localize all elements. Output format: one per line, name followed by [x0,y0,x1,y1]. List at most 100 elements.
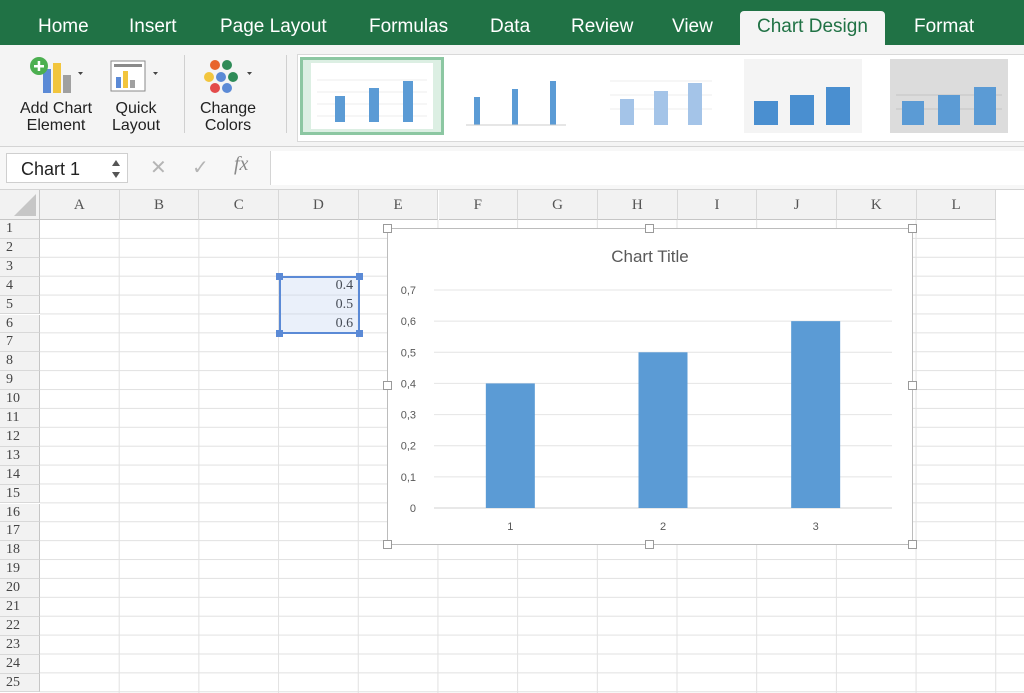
row-header[interactable]: 23 [0,635,40,655]
column-header[interactable]: E [358,190,439,220]
column-header[interactable]: I [677,190,758,220]
selection-handle[interactable] [276,330,283,337]
row-header[interactable]: 25 [0,673,40,693]
row-header[interactable]: 12 [0,427,40,447]
column-header[interactable]: F [438,190,519,220]
row-header[interactable]: 22 [0,616,40,636]
row-header[interactable]: 3 [0,257,40,277]
chart-style-3[interactable] [600,59,718,133]
column-header[interactable]: H [597,190,678,220]
row-header[interactable]: 15 [0,484,40,504]
column-header[interactable]: C [199,190,280,220]
add-chart-element-icon [30,57,83,93]
x-tick-label: 2 [660,521,666,533]
y-tick-label: 0,5 [401,347,416,359]
row-header[interactable]: 6 [0,314,40,334]
bar-3 [791,321,841,508]
row-header[interactable]: 10 [0,390,40,409]
y-tick-label: 0,7 [401,285,416,297]
tab-page-layout[interactable]: Page Layout [220,16,327,38]
chart-style-5[interactable] [890,59,1008,133]
tab-chart-design[interactable]: Chart Design [740,11,885,45]
change-colors-icon [204,60,252,93]
row-header[interactable]: 17 [0,522,40,542]
select-all-corner[interactable] [0,190,40,220]
chart-style-4[interactable] [744,59,862,133]
chart-resize-handle[interactable] [383,224,392,233]
y-tick-label: 0,2 [401,441,416,453]
row-header[interactable]: 13 [0,446,40,466]
row-header[interactable]: 16 [0,503,40,523]
selection-handle[interactable] [276,273,283,280]
selection-handle[interactable] [356,273,363,280]
row-header[interactable]: 5 [0,295,40,315]
column-header[interactable]: B [119,190,200,220]
row-header[interactable]: 11 [0,409,40,428]
chart-styles-gallery [297,54,1024,142]
chart-resize-handle[interactable] [908,381,917,390]
row-header[interactable]: 8 [0,352,40,372]
tab-data[interactable]: Data [490,16,530,38]
tab-review[interactable]: Review [571,16,633,38]
y-tick-label: 0 [410,503,416,515]
tab-view[interactable]: View [672,16,713,38]
y-tick-label: 0,1 [401,472,416,484]
tab-format[interactable]: Format [914,16,974,38]
tab-formulas[interactable]: Formulas [369,16,448,38]
chart-resize-handle[interactable] [645,540,654,549]
chart-resize-handle[interactable] [908,224,917,233]
chart-style-2[interactable] [456,59,574,133]
enter-icon[interactable]: ✓ [192,155,209,180]
chart-resize-handle[interactable] [645,224,654,233]
name-box-stepper-icon[interactable] [111,156,121,182]
row-header[interactable]: 20 [0,579,40,598]
row-header[interactable]: 19 [0,560,40,580]
change-colors-label: Change Colors [199,100,257,134]
add-chart-element-label: Add Chart Element [19,100,93,134]
insert-function-icon[interactable]: fx [234,153,248,176]
quick-layout-label: Quick Layout [111,100,161,134]
quick-layout-button[interactable]: Quick Layout [104,55,168,134]
chart-style-5-preview [896,87,1002,125]
row-header[interactable]: 21 [0,598,40,617]
column-header[interactable]: J [757,190,837,220]
x-tick-label: 3 [813,521,819,533]
formula-input[interactable] [270,151,1024,185]
row-header[interactable]: 4 [0,276,40,296]
chart-resize-handle[interactable] [908,540,917,549]
change-colors-button[interactable]: Change Colors [192,55,264,134]
formula-bar: Chart 1 ✕ ✓ fx [0,147,1024,190]
chart-title: Chart Title [611,247,688,266]
chart-style-1[interactable] [300,57,444,135]
name-box[interactable]: Chart 1 [6,153,128,183]
row-header[interactable]: 7 [0,333,40,353]
column-header[interactable]: L [916,190,997,220]
name-box-value: Chart 1 [21,159,81,179]
row-header[interactable]: 1 [0,220,40,239]
add-chart-element-button[interactable]: Add Chart Element [14,55,98,134]
x-tick-label: 1 [507,521,513,533]
bar-chart: Chart Title 0 0,1 0,2 0,3 0,4 0,5 0,6 0,7 1 2 3 [401,247,892,533]
tab-home[interactable]: Home [38,16,89,38]
row-header[interactable]: 2 [0,238,40,258]
column-header[interactable]: D [279,190,359,220]
row-header[interactable]: 9 [0,371,40,391]
chart-style-2-preview [466,81,566,126]
quick-layout-icon [110,60,158,92]
column-header[interactable]: A [40,190,120,220]
tab-insert[interactable]: Insert [129,16,177,38]
selection-handle[interactable] [356,330,363,337]
cell-selection[interactable] [279,276,360,334]
column-header[interactable]: G [518,190,598,220]
row-header[interactable]: 18 [0,541,40,561]
column-header[interactable]: K [837,190,917,220]
row-header[interactable]: 24 [0,654,40,674]
row-header[interactable]: 14 [0,465,40,485]
chart-style-4-preview [754,87,850,125]
chart-resize-handle[interactable] [383,540,392,549]
ribbon-separator [286,55,287,133]
bar-2 [638,352,688,508]
chart-resize-handle[interactable] [383,381,392,390]
cancel-icon[interactable]: ✕ [150,155,167,180]
chart-object[interactable]: Chart Title 0 0,1 0,2 0,3 0,4 0,5 0,6 0,7 1 2 3 [387,228,913,545]
